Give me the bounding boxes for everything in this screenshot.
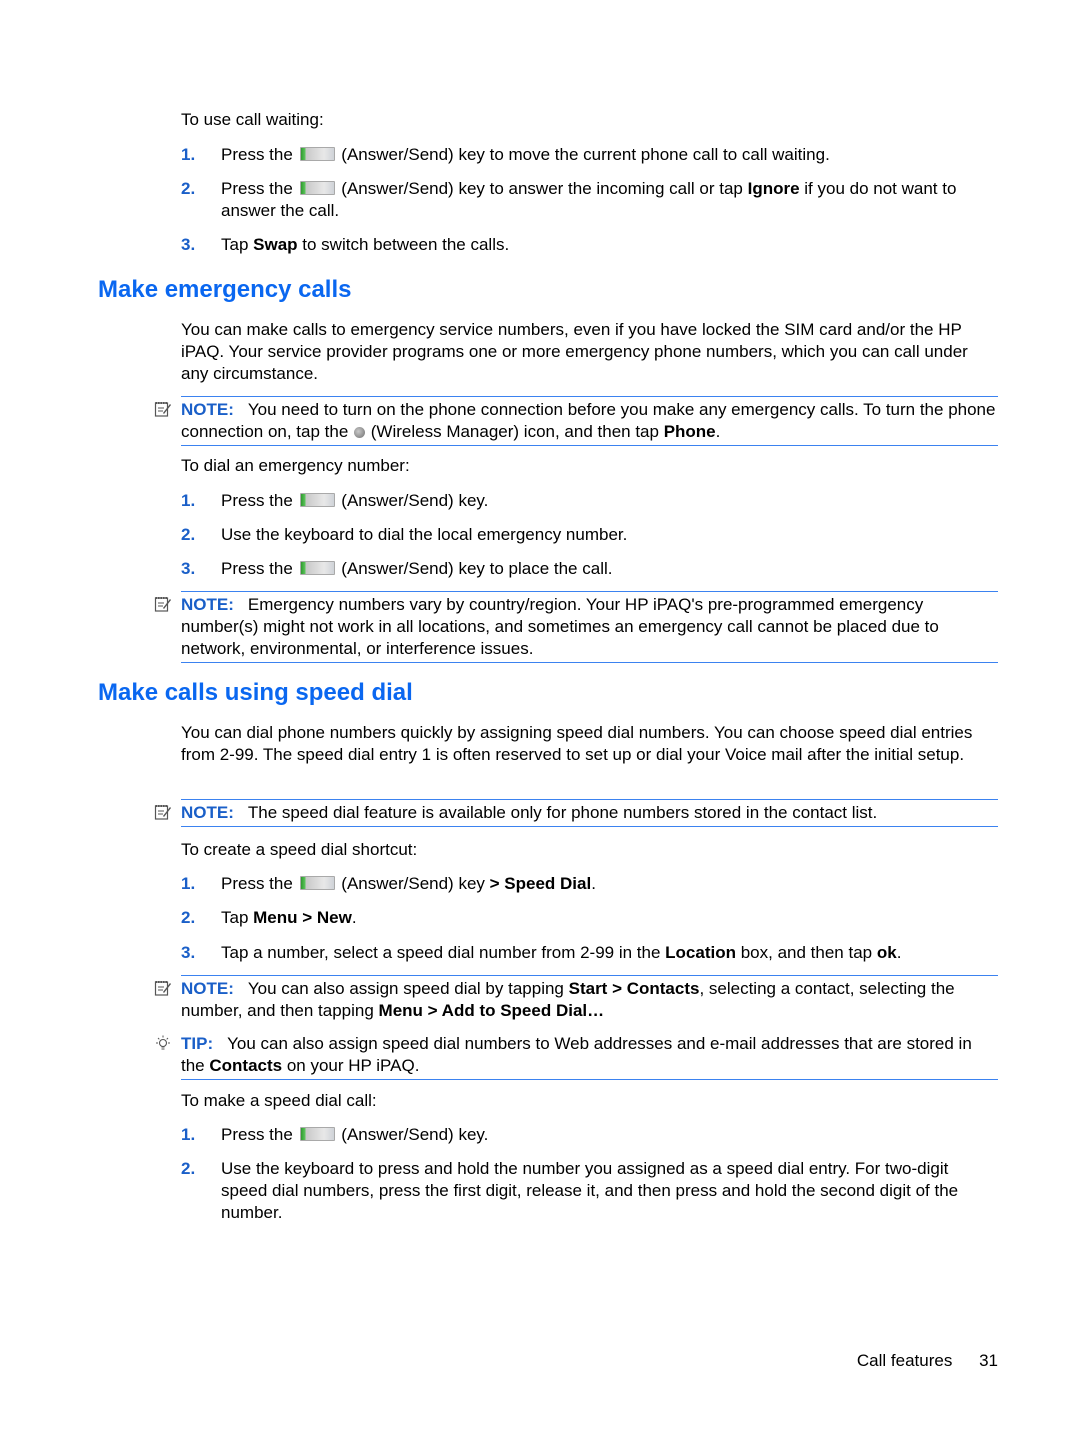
step-text: Press the xyxy=(221,1125,293,1144)
step-text: Press the xyxy=(221,145,293,164)
list-item: 2. Use the keyboard to press and hold th… xyxy=(181,1158,999,1224)
answer-send-key-icon xyxy=(299,876,335,890)
note-label: NOTE: xyxy=(181,803,234,822)
step-text: to switch between the calls. xyxy=(297,235,510,254)
list-item: 3. Tap Swap to switch between the calls. xyxy=(181,234,999,256)
note-box: NOTE: You need to turn on the phone conne… xyxy=(181,396,998,446)
answer-send-key-icon xyxy=(299,181,335,195)
create-intro: To create a speed dial shortcut: xyxy=(181,840,418,859)
step-text: Tap xyxy=(221,908,254,927)
list-item: 2. Use the keyboard to dial the local em… xyxy=(181,524,999,546)
step-number: 1. xyxy=(181,874,196,893)
step-text: Tap xyxy=(221,235,254,254)
swap-label: Swap xyxy=(253,235,298,254)
emergency-body: You can make calls to emergency service … xyxy=(181,320,968,383)
note-icon xyxy=(154,595,172,613)
note-text: Emergency numbers vary by country/region… xyxy=(181,595,939,658)
list-item: 2. Tap Menu > New. xyxy=(181,907,999,929)
step-text: . xyxy=(896,943,902,962)
note-text: . xyxy=(715,422,721,441)
step-text: Press the xyxy=(221,874,293,893)
step-text: . xyxy=(591,874,596,893)
call-waiting-intro: To use call waiting: xyxy=(181,110,324,129)
location-label: Location xyxy=(665,943,736,962)
step-number: 2. xyxy=(181,1159,196,1178)
step-text: Press the xyxy=(221,179,293,198)
note-icon xyxy=(154,803,172,821)
step-text: Use the keyboard to press and hold the n… xyxy=(221,1159,959,1222)
note-icon xyxy=(154,979,172,997)
lightbulb-icon xyxy=(154,1035,172,1053)
tip-label: TIP: xyxy=(181,1034,214,1053)
speed-dial-body: You can dial phone numbers quickly by as… xyxy=(181,723,973,764)
list-item: 1. Press the (Answer/Send) key to move t… xyxy=(181,144,999,166)
emergency-intro: To dial an emergency number: xyxy=(181,456,410,475)
answer-send-key-icon xyxy=(299,1127,335,1141)
wireless-manager-icon xyxy=(354,427,366,438)
step-text: (Answer/Send) key to answer the incoming… xyxy=(341,179,748,198)
list-item: 1. Press the (Answer/Send) key. xyxy=(181,1124,999,1146)
step-number: 1. xyxy=(181,1125,196,1144)
note-label: NOTE: xyxy=(181,979,234,998)
step-number: 3. xyxy=(181,943,196,962)
note-icon xyxy=(154,400,172,418)
note-box: NOTE: Emergency numbers vary by country/r… xyxy=(181,591,998,663)
ok-label: ok xyxy=(876,943,897,962)
list-item: 3. Tap a number, select a speed dial num… xyxy=(181,942,999,964)
step-text: . xyxy=(351,908,357,927)
contacts-label: Contacts xyxy=(209,1056,283,1075)
answer-send-key-icon xyxy=(299,147,335,161)
list-item: 3. Press the (Answer/Send) key to place … xyxy=(181,558,999,580)
step-text: Press the xyxy=(221,559,293,578)
note-text: You can also assign speed dial by tappin… xyxy=(247,979,569,998)
answer-send-key-icon xyxy=(299,493,335,507)
step-text: (Answer/Send) key to move the current ph… xyxy=(341,145,830,164)
speed-dial-label: > Speed Dial xyxy=(489,874,592,893)
step-text: Press the xyxy=(221,491,293,510)
start-contacts-label: Start > Contacts xyxy=(568,979,700,998)
answer-send-key-icon xyxy=(299,561,335,575)
note-label: NOTE: xyxy=(181,400,234,419)
section-heading-speed-dial: Make calls using speed dial xyxy=(98,679,413,706)
ignore-label: Ignore xyxy=(747,179,800,198)
step-number: 2. xyxy=(181,525,196,544)
step-text: (Answer/Send) key xyxy=(341,874,490,893)
step-number: 3. xyxy=(181,559,196,578)
tip-box: TIP: You can also assign speed dial numbe… xyxy=(181,1031,998,1080)
page-footer: Call features 31 xyxy=(857,1351,998,1371)
note-box: NOTE: You can also assign speed dial by t… xyxy=(181,975,998,1024)
section-heading-emergency: Make emergency calls xyxy=(98,276,352,303)
step-text: (Answer/Send) key. xyxy=(341,1125,489,1144)
step-text: (Answer/Send) key. xyxy=(341,491,489,510)
phone-label: Phone xyxy=(663,422,716,441)
step-number: 2. xyxy=(181,179,196,198)
step-number: 1. xyxy=(181,145,196,164)
call-intro: To make a speed dial call: xyxy=(181,1091,377,1110)
add-to-speed-dial-label: Menu > Add to Speed Dial… xyxy=(378,1001,605,1020)
step-number: 1. xyxy=(181,491,196,510)
list-item: 1. Press the (Answer/Send) key > Speed D… xyxy=(181,873,999,895)
step-text: (Answer/Send) key to place the call. xyxy=(341,559,613,578)
note-text: (Wireless Manager) icon, and then tap xyxy=(370,422,664,441)
note-label: NOTE: xyxy=(181,595,234,614)
list-item: 1. Press the (Answer/Send) key. xyxy=(181,490,999,512)
page-number: 31 xyxy=(979,1351,998,1370)
step-text: box, and then tap xyxy=(736,943,877,962)
tip-text: on your HP iPAQ. xyxy=(282,1056,420,1075)
step-text: Tap a number, select a speed dial number… xyxy=(221,943,666,962)
note-text: The speed dial feature is available only… xyxy=(247,803,878,822)
footer-section: Call features xyxy=(856,1351,953,1370)
list-item: 2. Press the (Answer/Send) key to answer… xyxy=(181,178,999,222)
menu-new-label: Menu > New xyxy=(253,908,352,927)
note-box: NOTE: The speed dial feature is available… xyxy=(181,799,998,827)
step-text: Use the keyboard to dial the local emerg… xyxy=(221,525,628,544)
document-page: To use call waiting: 1. Press the (Answe… xyxy=(0,0,1080,1437)
step-number: 3. xyxy=(181,235,196,254)
step-number: 2. xyxy=(181,908,196,927)
